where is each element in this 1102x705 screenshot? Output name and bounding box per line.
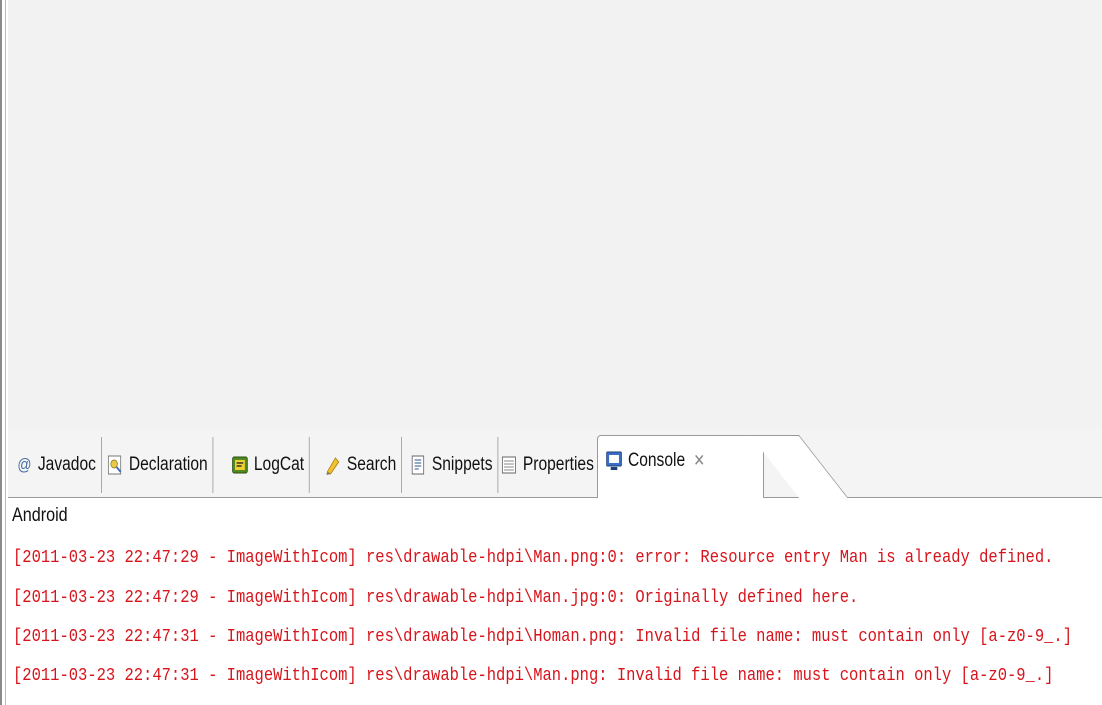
snippets-icon (409, 454, 427, 476)
declaration-icon (106, 454, 124, 476)
tab-label: LogCat (253, 454, 305, 475)
console-line: [2011-03-23 22:47:31 - ImageWithIcom] re… (13, 627, 1073, 647)
console-title: Android (12, 505, 68, 526)
console-icon (605, 450, 623, 472)
close-icon[interactable]: ✕ (693, 451, 705, 471)
tab-label: Search (346, 454, 397, 475)
tab-snippets[interactable]: Snippets (404, 437, 499, 493)
tab-label: Snippets (431, 454, 493, 475)
tab-label: Javadoc (37, 454, 96, 475)
properties-icon (500, 454, 518, 476)
tab-javadoc[interactable]: @ Javadoc (10, 437, 102, 493)
editor-area[interactable] (8, 0, 1102, 428)
window-left-border (0, 0, 7, 705)
tab-label: Declaration (128, 454, 208, 475)
search-icon (324, 454, 342, 476)
tab-search[interactable]: Search (319, 437, 402, 493)
tab-logcat[interactable]: LogCat (226, 437, 310, 493)
console-line: [2011-03-23 22:47:29 - ImageWithIcom] re… (13, 548, 1054, 568)
svg-text:@: @ (17, 456, 31, 475)
tab-console[interactable]: Console ✕ (605, 450, 705, 472)
console-line: [2011-03-23 22:47:29 - ImageWithIcom] re… (13, 588, 859, 608)
tab-label: Properties (522, 454, 594, 475)
console-line: [2011-03-23 22:47:31 - ImageWithIcom] re… (13, 666, 1054, 686)
at-icon: @ (15, 454, 33, 476)
logcat-icon (231, 454, 249, 476)
console-header (8, 498, 1102, 534)
tab-declaration[interactable]: Declaration (101, 437, 214, 493)
tab-label: Console (627, 450, 686, 471)
tab-properties[interactable]: Properties (495, 437, 600, 493)
